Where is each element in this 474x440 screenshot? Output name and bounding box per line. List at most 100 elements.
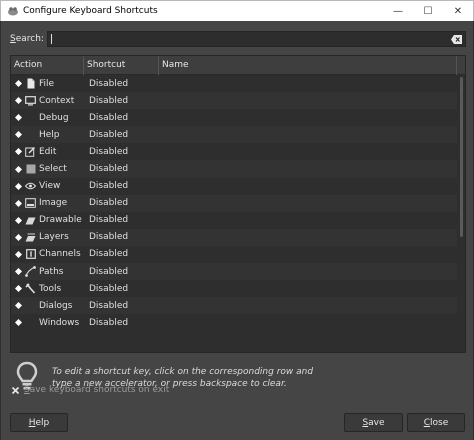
tools-icon [25, 283, 36, 294]
layers-icon [25, 232, 36, 243]
maximize-button[interactable]: ☐ [413, 1, 443, 21]
tree-row-help[interactable]: Help Disabled [11, 126, 465, 144]
action-label: Tools [39, 283, 62, 294]
column-header-action[interactable]: Action [11, 56, 84, 75]
hint-line-1: To edit a shortcut key, click on the cor… [52, 367, 314, 377]
action-label: Select [39, 164, 67, 175]
shortcut-value[interactable]: Disabled [87, 232, 128, 242]
tree-row-layers[interactable]: Layers Disabled [11, 228, 465, 246]
minimize-button[interactable]: — [383, 1, 413, 21]
drawable-icon [25, 215, 36, 226]
save-on-exit-checkbox[interactable] [11, 386, 20, 395]
action-label: Paths [39, 266, 64, 277]
shortcut-value[interactable]: Disabled [87, 130, 128, 140]
save-on-exit-label: Save keyboard shortcuts on exit [24, 385, 170, 395]
window-title: Configure Keyboard Shortcuts [23, 6, 158, 16]
tree-body: File Disabled Context Disabled Debug Disabled… [11, 75, 465, 331]
tree-header: Action Shortcut Name [11, 56, 465, 75]
action-label: View [39, 181, 61, 192]
expander-icon[interactable] [13, 215, 24, 226]
shortcut-value[interactable]: Disabled [87, 301, 128, 311]
action-label: Channels [39, 249, 81, 260]
close-button[interactable]: Close [407, 413, 465, 432]
expander-icon[interactable] [13, 129, 24, 140]
tree-row-tools[interactable]: Tools Disabled [11, 280, 465, 297]
shortcut-value[interactable]: Disabled [87, 284, 128, 294]
tree-row-select[interactable]: Select Disabled [11, 160, 465, 178]
image-icon [25, 198, 36, 209]
shortcut-value[interactable]: Disabled [87, 96, 128, 106]
expander-icon[interactable] [13, 164, 24, 175]
view-icon [25, 181, 36, 192]
expander-icon[interactable] [13, 181, 24, 192]
text-caret [51, 34, 52, 44]
tree-row-paths[interactable]: Paths Disabled [11, 263, 465, 281]
shortcut-value[interactable]: Disabled [87, 267, 128, 277]
search-label: Search: [10, 34, 44, 44]
shortcut-value[interactable]: Disabled [87, 181, 128, 191]
column-header-shortcut[interactable]: Shortcut [84, 56, 159, 75]
shortcut-value[interactable]: Disabled [87, 215, 128, 225]
search-input[interactable] [48, 32, 465, 46]
shortcut-value[interactable]: Disabled [87, 198, 128, 208]
expander-icon[interactable] [13, 249, 24, 260]
tree-row-image[interactable]: Image Disabled [11, 194, 465, 212]
empty-icon-slot [25, 129, 36, 140]
expander-icon[interactable] [13, 300, 24, 311]
save-on-exit-row[interactable]: Save keyboard shortcuts on exit [11, 383, 169, 397]
column-header-name[interactable]: Name [159, 56, 457, 75]
empty-icon-slot [25, 112, 36, 123]
action-label: Help [39, 129, 60, 140]
expander-icon[interactable] [13, 317, 24, 328]
empty-icon-slot [25, 300, 36, 311]
save-button[interactable]: Save [344, 413, 403, 432]
tree-row-debug[interactable]: Debug Disabled [11, 109, 465, 126]
search-box[interactable] [47, 31, 466, 47]
action-label: Dialogs [39, 300, 73, 311]
expander-icon[interactable] [13, 78, 24, 89]
column-header-filler [457, 56, 465, 75]
action-label: Drawable [39, 215, 82, 226]
shortcut-value[interactable]: Disabled [87, 318, 128, 328]
clear-search-icon[interactable] [451, 35, 462, 44]
search-row: Search: [10, 31, 466, 47]
action-label: Windows [39, 317, 80, 328]
file-icon [25, 78, 36, 89]
edit-icon [25, 146, 36, 158]
action-label: Edit [39, 146, 57, 157]
help-button[interactable]: Help [10, 413, 68, 432]
action-label: Debug [39, 112, 69, 123]
expander-icon[interactable] [13, 198, 24, 209]
expander-icon[interactable] [13, 146, 24, 157]
tree-row-context[interactable]: Context Disabled [11, 92, 465, 110]
expander-icon[interactable] [13, 266, 24, 277]
tree-row-edit[interactable]: Edit Disabled [11, 143, 465, 160]
expander-icon[interactable] [13, 232, 24, 243]
gimp-app-icon [8, 7, 18, 16]
select-icon [25, 164, 36, 175]
action-label: Context [39, 95, 75, 106]
paths-icon [25, 266, 36, 277]
scrollbar-thumb[interactable] [460, 77, 463, 237]
tree-row-channels[interactable]: Channels Disabled [11, 246, 465, 263]
expander-icon[interactable] [13, 95, 24, 106]
tree-row-windows[interactable]: Windows Disabled [11, 314, 465, 331]
context-icon [25, 95, 36, 106]
expander-icon[interactable] [13, 283, 24, 294]
checkmark-icon [11, 386, 20, 394]
tree-scrollbar[interactable] [457, 75, 465, 352]
expander-icon[interactable] [13, 112, 24, 123]
shortcut-value[interactable]: Disabled [87, 79, 128, 89]
tree-row-drawable[interactable]: Drawable Disabled [11, 212, 465, 229]
shortcut-value[interactable]: Disabled [87, 249, 128, 259]
empty-icon-slot [25, 317, 36, 328]
tree-row-view[interactable]: View Disabled [11, 178, 465, 195]
shortcut-value[interactable]: Disabled [87, 113, 128, 123]
shortcut-value[interactable]: Disabled [87, 164, 128, 174]
tree-row-dialogs[interactable]: Dialogs Disabled [11, 297, 465, 315]
shortcut-value[interactable]: Disabled [87, 147, 128, 157]
shortcuts-tree[interactable]: Action Shortcut Name File Disabled Context… [10, 55, 466, 353]
tree-row-file[interactable]: File Disabled [11, 75, 465, 92]
close-window-button[interactable]: ✕ [443, 1, 473, 21]
action-label: Layers [39, 232, 69, 243]
